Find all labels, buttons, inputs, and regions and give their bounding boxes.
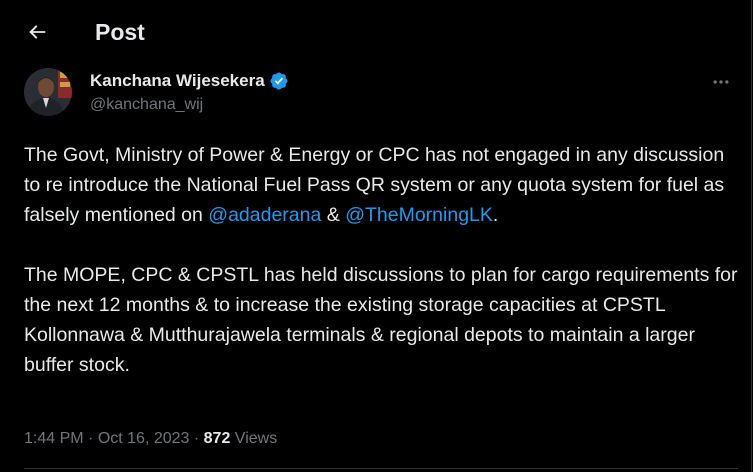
views-label: Views: [230, 430, 278, 447]
verified-badge-icon: [270, 72, 288, 90]
tweet-date: Oct 16, 2023: [97, 430, 190, 447]
page-title: Post: [95, 19, 145, 45]
more-options-button[interactable]: [704, 68, 738, 96]
tweet-text-segment: .: [492, 204, 499, 226]
back-button[interactable]: [17, 12, 57, 52]
post-header: Post: [0, 0, 752, 64]
author-handle[interactable]: @kanchana_wij: [90, 94, 203, 116]
avatar[interactable]: [24, 68, 72, 116]
author-display-name: Kanchana Wijesekera: [90, 71, 265, 90]
more-horizontal-icon: [713, 80, 729, 84]
meta-separator: ·: [83, 430, 98, 447]
divider: [24, 468, 738, 469]
tweet-text: The Govt, Ministry of Power & Energy or …: [24, 140, 739, 380]
mention-link-themorninglk[interactable]: @TheMorningLK: [345, 204, 493, 226]
avatar-image: [24, 68, 72, 116]
post-detail-panel: Post Kanchana Wijesekera @kanchana_wij T: [0, 0, 752, 472]
mention-link-adaderana[interactable]: @adaderana: [208, 204, 321, 226]
author-name[interactable]: Kanchana Wijesekera: [90, 70, 289, 92]
tweet-timestamp[interactable]: 1:44 PM · Oct 16, 2023: [24, 430, 189, 447]
tweet-time: 1:44 PM: [24, 430, 84, 447]
tweet-paragraph-1: The Govt, Ministry of Power & Energy or …: [24, 140, 739, 230]
tweet-meta: 1:44 PM · Oct 16, 2023 · 872 Views: [24, 428, 277, 450]
tweet-text-segment: &: [321, 204, 346, 226]
tweet-paragraph-2: The MOPE, CPC & CPSTL has held discussio…: [24, 264, 738, 376]
meta-separator: ·: [189, 430, 204, 447]
views-count: 872: [203, 430, 231, 447]
arrow-left-icon: [29, 25, 46, 39]
